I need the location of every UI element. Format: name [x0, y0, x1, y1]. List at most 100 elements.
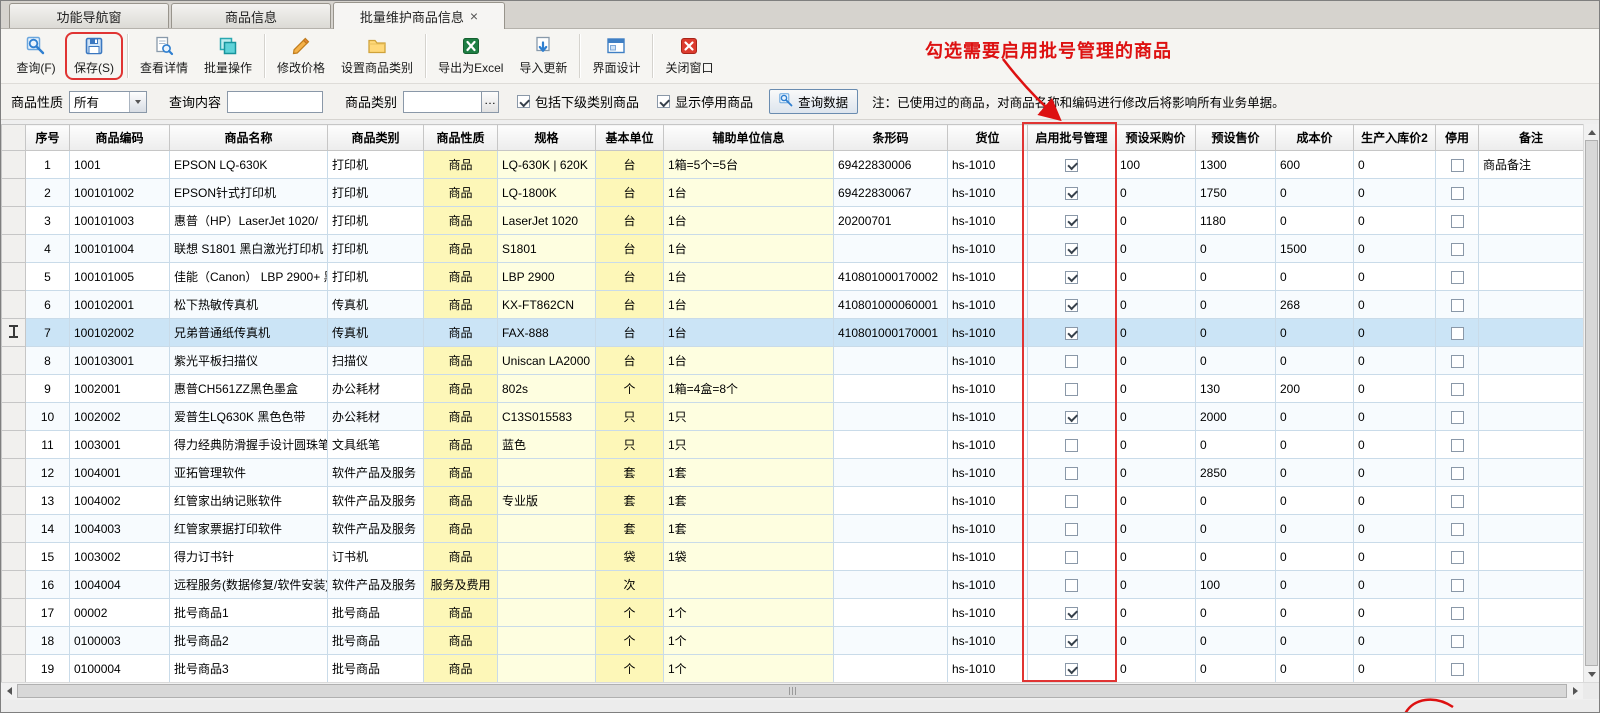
cell-code[interactable]: 1004002 [70, 487, 170, 515]
cell-pp2[interactable]: 0 [1354, 627, 1436, 655]
cell-rem[interactable]: 商品备注 [1479, 151, 1584, 179]
row-header[interactable] [2, 403, 26, 431]
tab-close-icon[interactable]: × [470, 9, 478, 23]
cell-sp[interactable]: 1750 [1196, 179, 1276, 207]
cell-code[interactable]: 1003002 [70, 543, 170, 571]
cell-loc[interactable]: hs-1010 [948, 263, 1028, 291]
cell-batch[interactable] [1028, 459, 1116, 487]
cell-pp[interactable]: 0 [1116, 263, 1196, 291]
column-header-nat[interactable]: 商品性质 [424, 125, 498, 151]
cell-loc[interactable]: hs-1010 [948, 375, 1028, 403]
cell-name[interactable]: 松下热敏传真机 [170, 291, 328, 319]
cell-seq[interactable]: 7 [26, 319, 70, 347]
column-header-pp[interactable]: 预设采购价 [1116, 125, 1196, 151]
cell-cp[interactable]: 0 [1276, 543, 1354, 571]
batch-enable-checkbox[interactable] [1065, 159, 1078, 172]
cell-name[interactable]: 红管家出纳记账软件 [170, 487, 328, 515]
cell-batch[interactable] [1028, 487, 1116, 515]
cell-pp2[interactable]: 0 [1354, 655, 1436, 683]
cell-aux[interactable]: 1只 [664, 431, 834, 459]
cell-cat[interactable]: 软件产品及服务 [328, 515, 424, 543]
cell-bar[interactable] [834, 543, 948, 571]
cell-rem[interactable] [1479, 347, 1584, 375]
cell-sp[interactable]: 0 [1196, 599, 1276, 627]
row-header[interactable] [2, 319, 26, 347]
column-header-aux[interactable]: 辅助单位信息 [664, 125, 834, 151]
cell-pp[interactable]: 0 [1116, 403, 1196, 431]
cell-name[interactable]: EPSON针式打印机 [170, 179, 328, 207]
cell-seq[interactable]: 6 [26, 291, 70, 319]
batch-enable-checkbox[interactable] [1065, 523, 1078, 536]
cell-cat[interactable]: 传真机 [328, 319, 424, 347]
cell-spec[interactable] [498, 571, 596, 599]
cell-name[interactable]: 惠普CH561ZZ黑色墨盒 [170, 375, 328, 403]
table-row[interactable]: 111003001得力经典防滑握手设计圆珠笔文具纸笔商品蓝色只1只hs-1010… [2, 431, 1584, 459]
horizontal-scroll-thumb[interactable] [17, 684, 1567, 698]
cell-spec[interactable]: FAX-888 [498, 319, 596, 347]
cell-batch[interactable] [1028, 627, 1116, 655]
table-row[interactable]: 180100003批号商品2批号商品商品个1个hs-10100000 [2, 627, 1584, 655]
cell-pp[interactable]: 0 [1116, 571, 1196, 599]
cell-unit[interactable]: 套 [596, 487, 664, 515]
cell-loc[interactable]: hs-1010 [948, 207, 1028, 235]
cell-pp2[interactable]: 0 [1354, 571, 1436, 599]
disable-checkbox[interactable] [1451, 523, 1464, 536]
cell-pp[interactable]: 0 [1116, 319, 1196, 347]
disable-checkbox[interactable] [1451, 439, 1464, 452]
cell-cat[interactable]: 软件产品及服务 [328, 487, 424, 515]
table-row[interactable]: 2100101002EPSON针式打印机打印机商品LQ-1800K台1台6942… [2, 179, 1584, 207]
cell-nat[interactable]: 商品 [424, 347, 498, 375]
cell-pp2[interactable]: 0 [1354, 263, 1436, 291]
cell-pp2[interactable]: 0 [1354, 599, 1436, 627]
cell-nat[interactable]: 商品 [424, 291, 498, 319]
cell-sp[interactable]: 100 [1196, 571, 1276, 599]
batch-enable-checkbox[interactable] [1065, 327, 1078, 340]
cell-cp[interactable]: 600 [1276, 151, 1354, 179]
cell-nat[interactable]: 商品 [424, 403, 498, 431]
cell-rem[interactable] [1479, 599, 1584, 627]
cell-nat[interactable]: 服务及费用 [424, 571, 498, 599]
row-header[interactable] [2, 627, 26, 655]
column-header-rem[interactable]: 备注 [1479, 125, 1584, 151]
cell-dis[interactable] [1436, 571, 1479, 599]
cell-code[interactable]: 00002 [70, 599, 170, 627]
disable-checkbox[interactable] [1451, 271, 1464, 284]
cell-seq[interactable]: 12 [26, 459, 70, 487]
table-row[interactable]: 8100103001紫光平板扫描仪扫描仪商品Uniscan LA2000台1台h… [2, 347, 1584, 375]
column-header-unit[interactable]: 基本单位 [596, 125, 664, 151]
cell-cp[interactable]: 1500 [1276, 235, 1354, 263]
cell-loc[interactable]: hs-1010 [948, 599, 1028, 627]
cell-pp[interactable]: 0 [1116, 291, 1196, 319]
cell-dis[interactable] [1436, 655, 1479, 683]
cell-pp2[interactable]: 0 [1354, 291, 1436, 319]
cell-loc[interactable]: hs-1010 [948, 655, 1028, 683]
cell-bar[interactable]: 69422830006 [834, 151, 948, 179]
cell-name[interactable]: 批号商品2 [170, 627, 328, 655]
cell-bar[interactable] [834, 403, 948, 431]
table-row[interactable]: 141004003红管家票据打印软件软件产品及服务商品套1套hs-1010000… [2, 515, 1584, 543]
cell-seq[interactable]: 11 [26, 431, 70, 459]
cell-sp[interactable]: 1180 [1196, 207, 1276, 235]
cell-spec[interactable] [498, 515, 596, 543]
disable-checkbox[interactable] [1451, 495, 1464, 508]
cell-aux[interactable]: 1套 [664, 515, 834, 543]
cell-pp[interactable]: 0 [1116, 655, 1196, 683]
cell-spec[interactable]: 专业版 [498, 487, 596, 515]
cell-dis[interactable] [1436, 179, 1479, 207]
cell-dis[interactable] [1436, 543, 1479, 571]
cell-sp[interactable]: 0 [1196, 515, 1276, 543]
cell-sp[interactable]: 0 [1196, 263, 1276, 291]
cell-unit[interactable]: 台 [596, 151, 664, 179]
cell-spec[interactable] [498, 459, 596, 487]
cell-cp[interactable]: 0 [1276, 571, 1354, 599]
cell-code[interactable]: 100103001 [70, 347, 170, 375]
table-row[interactable]: 11001EPSON LQ-630K打印机商品LQ-630K | 620K台1箱… [2, 151, 1584, 179]
toolbar-button-query[interactable]: 查询(F) [7, 32, 65, 80]
cell-cat[interactable]: 办公耗材 [328, 375, 424, 403]
table-row[interactable]: 5100101005佳能（Canon） LBP 2900+ 黑打印机商品LBP … [2, 263, 1584, 291]
cell-code[interactable]: 1002001 [70, 375, 170, 403]
cell-rem[interactable] [1479, 515, 1584, 543]
cell-cat[interactable]: 打印机 [328, 263, 424, 291]
cell-sp[interactable]: 0 [1196, 655, 1276, 683]
cell-code[interactable]: 100102001 [70, 291, 170, 319]
